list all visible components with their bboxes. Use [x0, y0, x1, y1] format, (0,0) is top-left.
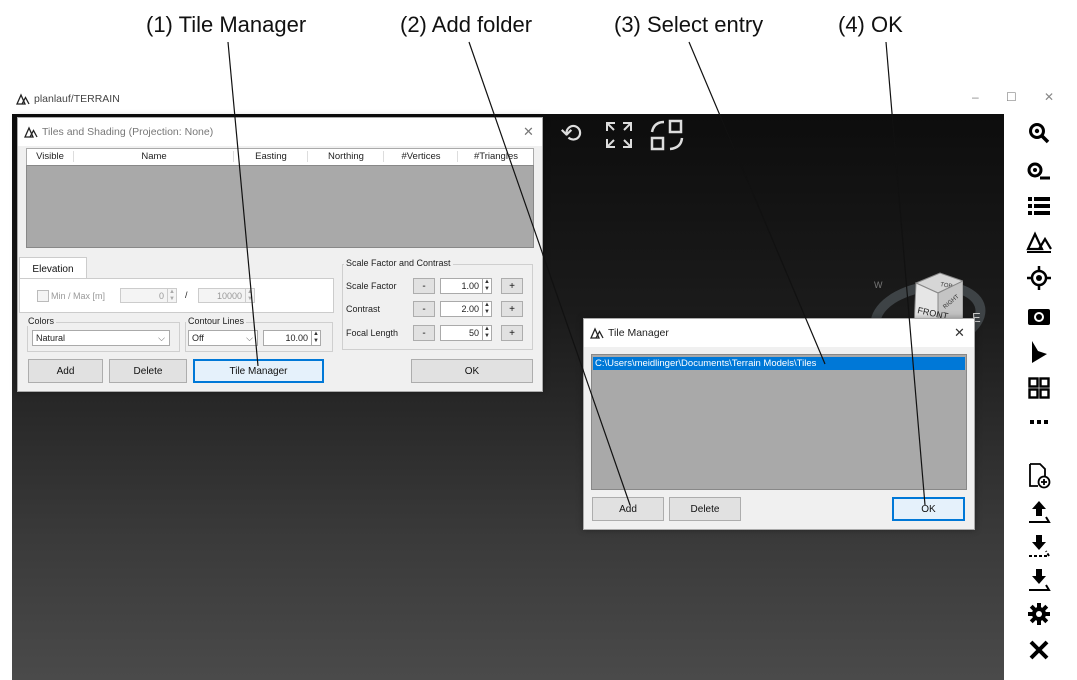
callout-line-add-folder — [468, 41, 631, 506]
callout-line-select-entry — [688, 41, 826, 365]
callout-line-tile-manager — [227, 41, 259, 367]
callout-lines — [227, 41, 926, 506]
callout-line-ok — [885, 41, 926, 506]
